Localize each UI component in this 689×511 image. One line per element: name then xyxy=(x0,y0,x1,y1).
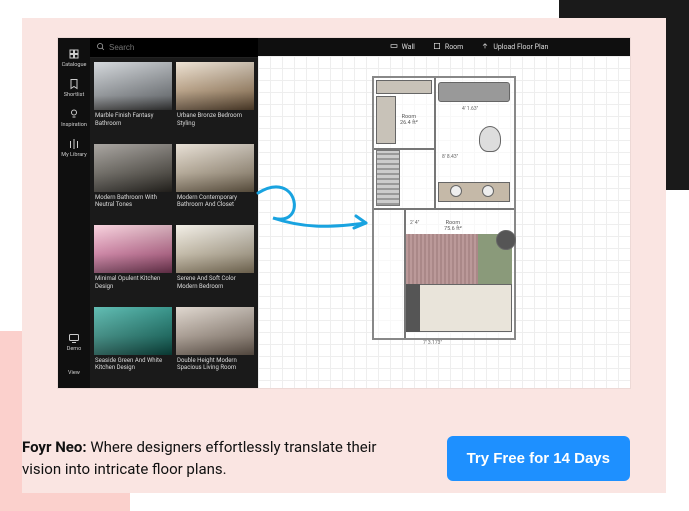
thumbnail xyxy=(176,144,254,192)
thumbnail xyxy=(176,62,254,110)
promo-brand: Foyr Neo: xyxy=(22,438,87,456)
tool-upload[interactable]: Upload Floor Plan xyxy=(481,42,548,52)
catalogue-card[interactable]: Minimal Opulent Kitchen Design xyxy=(94,225,172,303)
catalogue-grid: Marble Finish Fantasy Bathroom Urbane Br… xyxy=(90,58,258,388)
catalogue-card[interactable]: Seaside Green And White Kitchen Design xyxy=(94,307,172,385)
tool-label: Upload Floor Plan xyxy=(493,43,548,51)
tool-label: Room xyxy=(445,43,463,51)
card-title: Marble Finish Fantasy Bathroom xyxy=(94,110,172,131)
card-title: Double Height Modern Spacious Living Roo… xyxy=(176,355,254,376)
thumbnail xyxy=(94,307,172,355)
library-icon xyxy=(68,138,80,150)
catalogue-card[interactable]: Urbane Bronze Bedroom Styling xyxy=(176,62,254,140)
card-title: Modern Contemporary Bathroom And Closet xyxy=(176,192,254,213)
catalogue-card[interactable]: Marble Finish Fantasy Bathroom xyxy=(94,62,172,140)
inspiration-icon xyxy=(68,108,80,120)
cta-button[interactable]: Try Free for 14 Days xyxy=(447,436,630,481)
thumbnail xyxy=(94,144,172,192)
catalogue-panel: Marble Finish Fantasy Bathroom Urbane Br… xyxy=(90,38,258,388)
room-icon xyxy=(433,42,441,52)
room-label: Room 75.6 ft² xyxy=(444,220,462,232)
promo-card: Catalogue Shortlist Inspiration My Libra… xyxy=(22,18,666,493)
shortlist-icon xyxy=(68,78,80,90)
thumbnail xyxy=(176,225,254,273)
dimension-label: 7' 3.173" xyxy=(423,340,442,346)
search-icon xyxy=(96,42,105,53)
promo-text: Foyr Neo: Where designers effortlessly t… xyxy=(22,437,407,481)
floor-plan[interactable]: Room 26.4 ft² 4' 1.63" 8' 8.43" Room 75.… xyxy=(374,78,514,338)
furniture-chair[interactable] xyxy=(496,230,516,250)
furniture-bed[interactable] xyxy=(406,284,512,332)
catalogue-card[interactable]: Double Height Modern Spacious Living Roo… xyxy=(176,307,254,385)
tool-room[interactable]: Room xyxy=(433,42,463,52)
rail-label: View xyxy=(68,370,80,376)
dimension-label: 4' 1.63" xyxy=(462,106,478,112)
nav-rail: Catalogue Shortlist Inspiration My Libra… xyxy=(58,38,90,388)
search-input[interactable] xyxy=(109,43,252,52)
sink xyxy=(482,185,494,197)
furniture-toilet[interactable] xyxy=(479,126,501,152)
room-label: Room 26.4 ft² xyxy=(400,114,418,126)
rail-label: Inspiration xyxy=(61,122,87,128)
canvas-toolbar: Wall Room Upload Floor Plan xyxy=(258,38,630,56)
rail-item-catalogue[interactable]: Catalogue xyxy=(58,44,90,72)
search-bar xyxy=(90,38,258,58)
dimension-label: 2' 4" xyxy=(410,220,419,226)
tool-wall[interactable]: Wall xyxy=(390,42,415,52)
thumbnail xyxy=(94,62,172,110)
card-title: Modern Bathroom With Neutral Tones xyxy=(94,192,172,213)
card-title: Urbane Bronze Bedroom Styling xyxy=(176,110,254,131)
rail-item-view[interactable]: View xyxy=(58,366,90,380)
catalogue-icon xyxy=(68,48,80,60)
rail-item-library[interactable]: My Library xyxy=(58,134,90,162)
furniture-headboard xyxy=(406,284,420,332)
upload-icon xyxy=(481,42,489,52)
wall-icon xyxy=(390,42,398,52)
thumbnail xyxy=(176,307,254,355)
rail-label: Demo xyxy=(67,346,82,352)
app-window: Catalogue Shortlist Inspiration My Libra… xyxy=(58,38,630,388)
rail-label: Catalogue xyxy=(62,62,87,68)
card-title: Serene And Soft Color Modern Bedroom xyxy=(176,273,254,294)
rail-item-demo[interactable]: Demo xyxy=(58,328,90,356)
rail-item-shortlist[interactable]: Shortlist xyxy=(58,74,90,102)
sink xyxy=(450,185,462,197)
rail-item-inspiration[interactable]: Inspiration xyxy=(58,104,90,132)
dimension-label: 8' 8.43" xyxy=(442,154,458,160)
furniture-closet[interactable] xyxy=(376,80,432,94)
promo-section: Foyr Neo: Where designers effortlessly t… xyxy=(22,436,666,481)
demo-icon xyxy=(68,332,80,344)
catalogue-card[interactable]: Modern Bathroom With Neutral Tones xyxy=(94,144,172,222)
design-canvas[interactable]: Wall Room Upload Floor Plan xyxy=(258,38,630,388)
rail-label: My Library xyxy=(61,152,86,158)
furniture-closet[interactable] xyxy=(376,96,396,144)
card-title: Seaside Green And White Kitchen Design xyxy=(94,355,172,376)
card-title: Minimal Opulent Kitchen Design xyxy=(94,273,172,294)
thumbnail xyxy=(94,225,172,273)
catalogue-card[interactable]: Serene And Soft Color Modern Bedroom xyxy=(176,225,254,303)
tool-label: Wall xyxy=(402,43,415,51)
furniture-tub[interactable] xyxy=(438,82,510,102)
rail-label: Shortlist xyxy=(64,92,85,98)
catalogue-card[interactable]: Modern Contemporary Bathroom And Closet xyxy=(176,144,254,222)
furniture-vanity[interactable] xyxy=(438,182,510,202)
stairs xyxy=(376,150,400,206)
